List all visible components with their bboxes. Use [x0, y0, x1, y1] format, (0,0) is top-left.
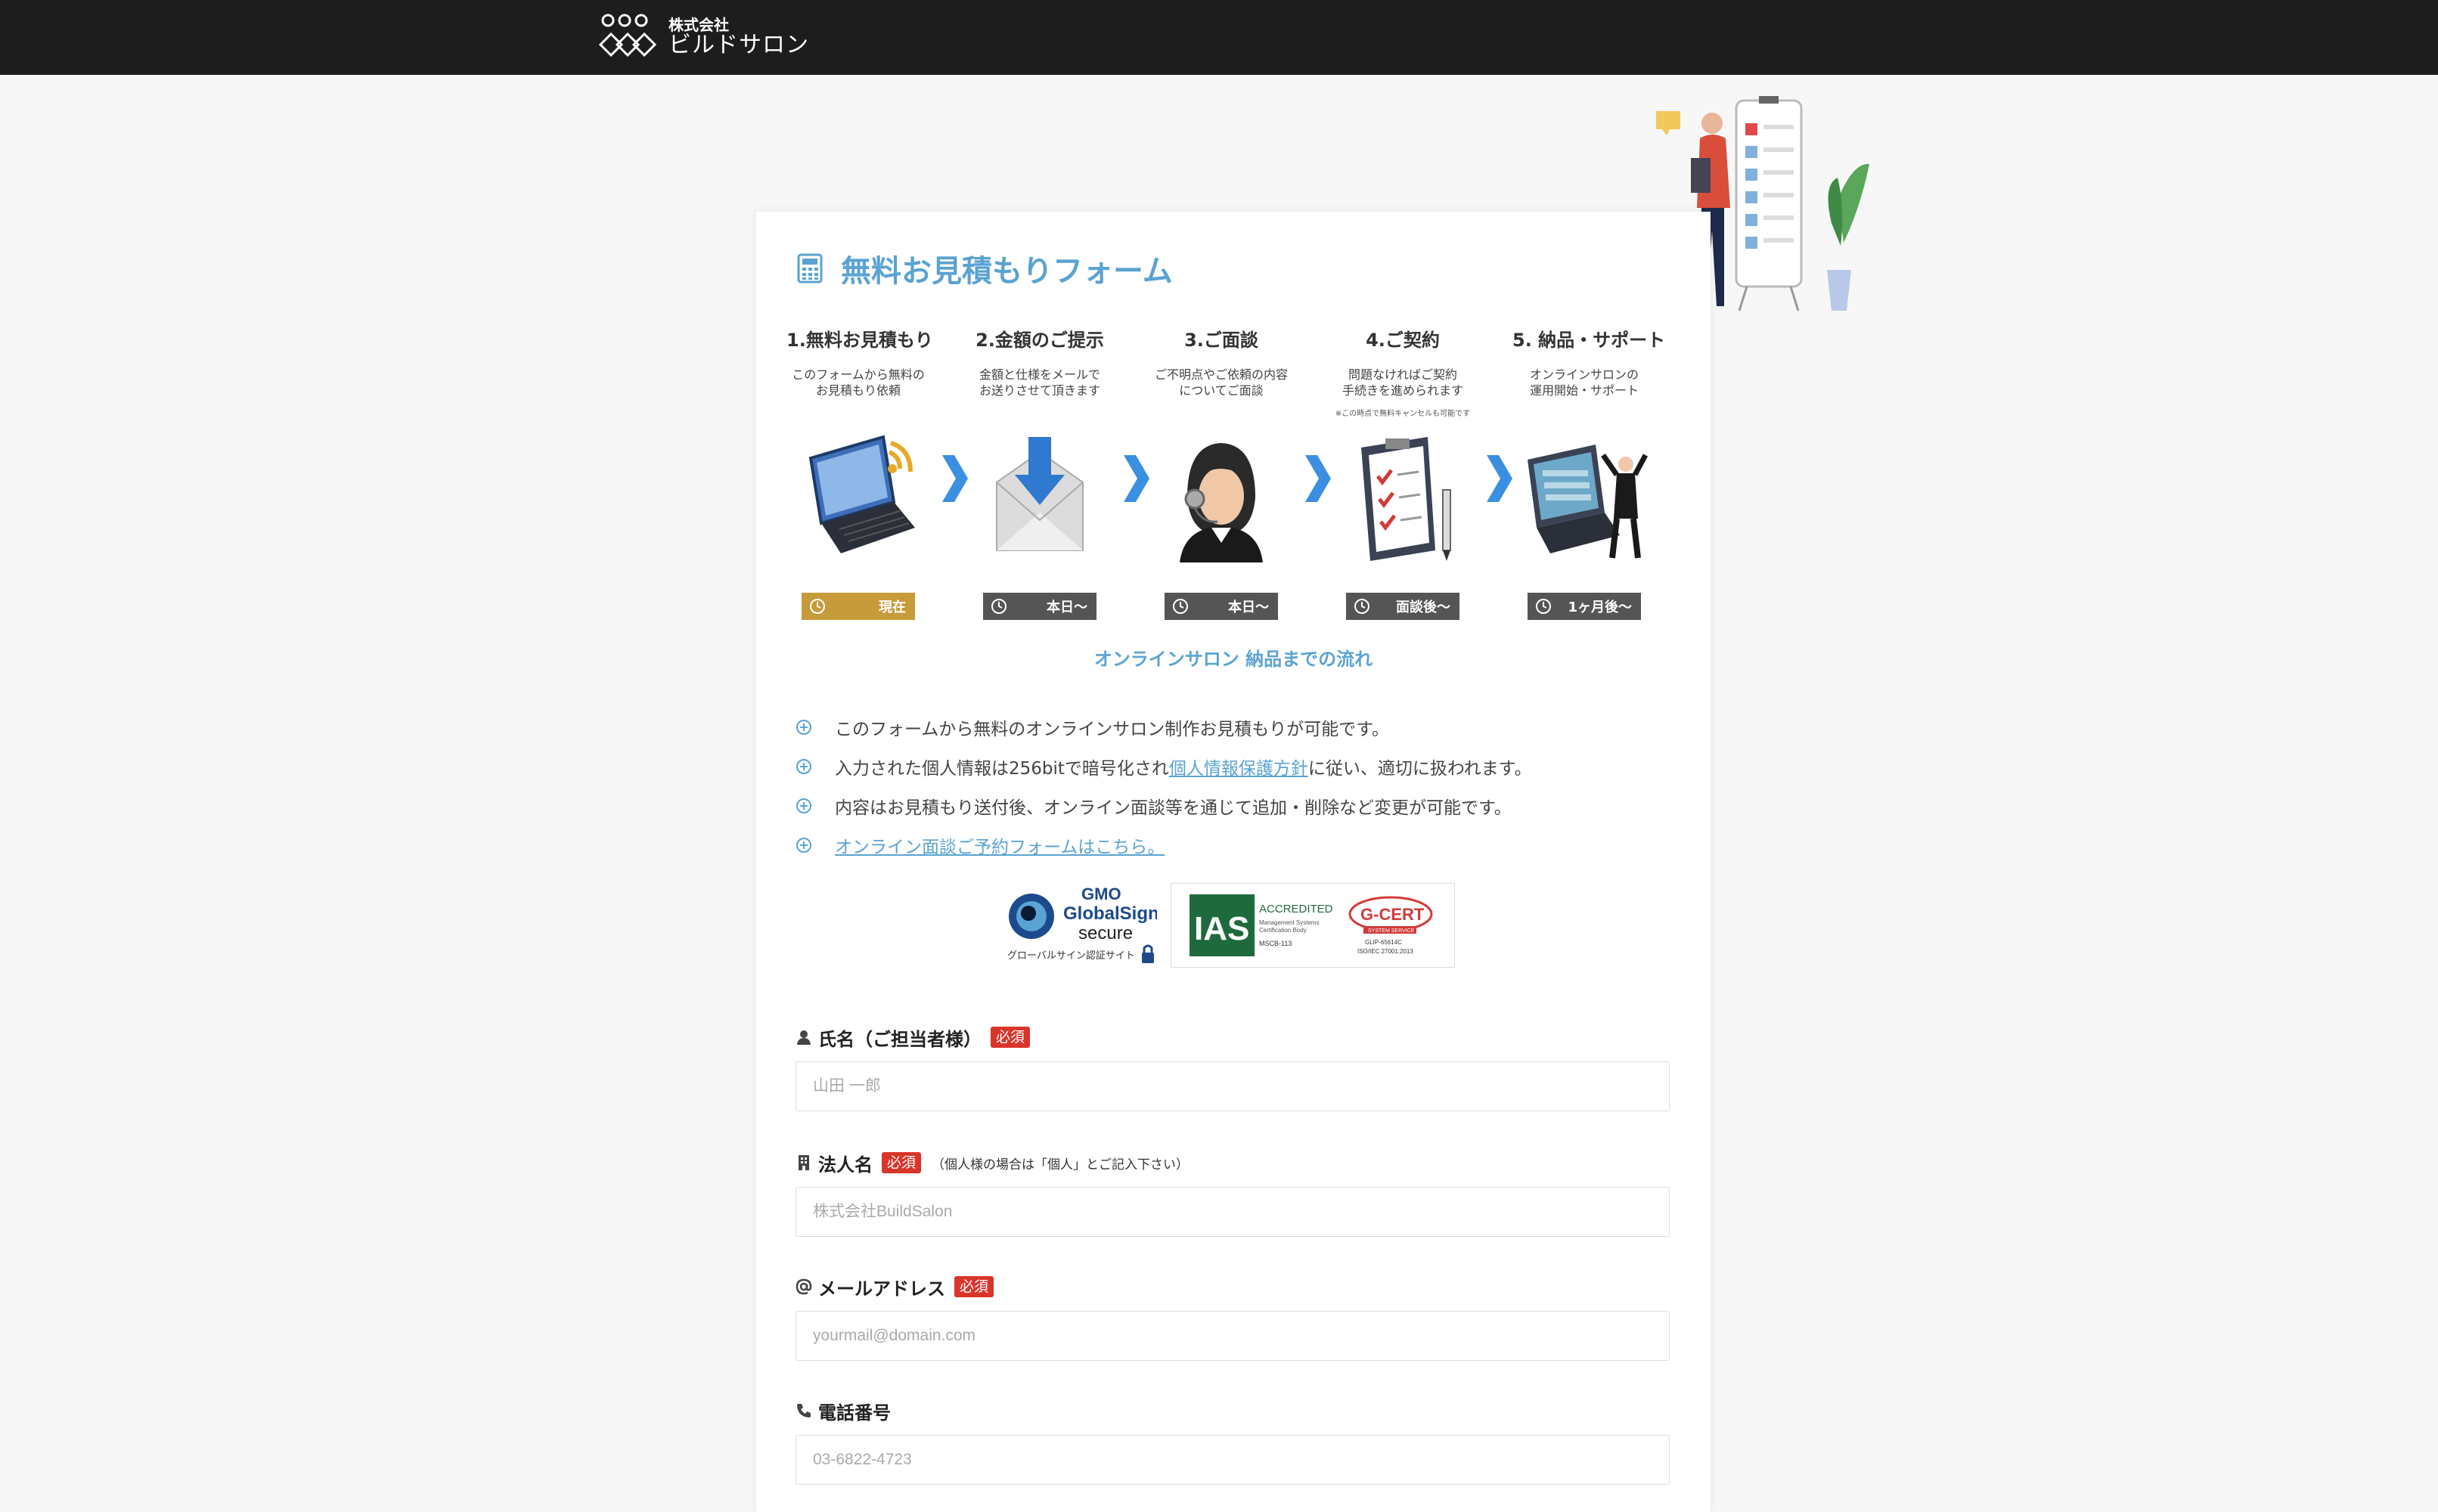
step-estimate: 1.無料お見積もり このフォームから無料の お見積もり依頼 現在: [786, 325, 933, 620]
required-badge: 必須: [954, 1276, 994, 1297]
phone-icon: [797, 1404, 811, 1418]
ias-sub: Management Systems: [1259, 919, 1320, 926]
note-item: このフォームから無料のオンラインサロン制作お見積もりが可能です。: [796, 708, 1688, 747]
chevron-right-icon: [1305, 455, 1331, 502]
field-phone: 電話番号: [796, 1397, 1670, 1485]
note-item: オンライン面談ご予約フォームはこちら。: [796, 826, 1688, 865]
privacy-policy-link[interactable]: 個人情報保護方針: [1169, 754, 1308, 779]
site-header: 株式会社 ビルドサロン: [0, 0, 2438, 75]
clock-icon: [810, 599, 825, 614]
step-timing-badge: 1ヶ月後〜: [1528, 593, 1641, 620]
step-note: ※この時点で無料キャンセルも可能です: [1335, 410, 1471, 418]
email-input[interactable]: [796, 1311, 1670, 1361]
step-contract: 4.ご契約 問題なければご契約 手続きを進められます ※この時点で無料キャンセル…: [1331, 325, 1475, 620]
ias-logo: IAS: [1194, 910, 1249, 947]
clipboard-checklist-icon: [1361, 437, 1451, 561]
building-icon: [799, 1155, 809, 1170]
estimate-form-card: 無料お見積もりフォーム 1.無料お見積もり このフォームから無料の お見積もり依…: [756, 212, 1711, 1512]
step-description: オンラインサロンの 運用開始・サポート: [1529, 367, 1639, 398]
required-badge: 必須: [991, 1027, 1031, 1048]
clock-icon: [1173, 599, 1188, 614]
gcert-iso: ISO/IEC 27001:2013: [1357, 948, 1413, 955]
user-icon: [797, 1030, 811, 1045]
ias-sub: Certification Body: [1259, 927, 1307, 934]
name-input[interactable]: [796, 1061, 1670, 1111]
step-description: 金額と仕様をメールで お送りさせて頂きます: [979, 367, 1100, 398]
company-logo[interactable]: 株式会社 ビルドサロン: [597, 11, 817, 64]
clock-icon: [1354, 599, 1369, 614]
step-delivery-support: 5. 納品・サポート オンラインサロンの 運用開始・サポート 1ヶ月後〜: [1512, 325, 1666, 620]
chevron-right-icon: [1487, 455, 1512, 502]
field-label: 法人名 必須 （個人様の場合は「個人」とご記入下さい）: [796, 1149, 1670, 1176]
step-timing-badge: 現在: [802, 593, 915, 620]
note-text: に従い、適切に扱われます。: [1307, 759, 1532, 779]
ias-accredited: ACCREDITED: [1259, 903, 1333, 916]
step-price-proposal: 2.金額のご提示 金額と仕様をメールで お送りさせて頂きます 本日〜: [968, 325, 1112, 620]
step-timing-badge: 本日〜: [983, 593, 1096, 620]
step-title: 4.ご契約: [1366, 330, 1440, 351]
step-description: このフォームから無料の お見積もり依頼: [792, 367, 925, 398]
required-badge: 必須: [882, 1152, 922, 1173]
step-timing-badge: 面談後〜: [1346, 593, 1459, 620]
online-meeting-booking-link[interactable]: オンライン面談ご予約フォームはこちら。: [835, 832, 1165, 858]
logo-main-text: ビルドサロン: [668, 31, 809, 58]
mail-icon: [996, 437, 1084, 551]
field-note: （個人様の場合は「個人」とご記入下さい）: [932, 1157, 1190, 1173]
laptop-form-icon: [808, 435, 915, 553]
field-label: メールアドレス 必須: [796, 1273, 1670, 1300]
gmo-name: GlobalSign: [1063, 903, 1157, 924]
plus-circle-icon: [796, 759, 811, 774]
clock-icon: [991, 599, 1007, 614]
step-meeting: 3.ご面談 ご不明点やご依頼の内容 についてご面談 本日〜: [1149, 325, 1293, 620]
note-text: 入力された個人情報は256bitで暗号化され: [835, 759, 1169, 779]
note-item: 内容はお見積もり送付後、オンライン面談等を通じて追加・削除など変更が可能です。: [796, 786, 1688, 826]
step-title: 3.ご面談: [1184, 330, 1258, 351]
note-item: 入力された個人情報は256bitで暗号化され 個人情報保護方針 に従い、適切に扱われ…: [796, 747, 1688, 786]
step-timing-badge: 本日〜: [1165, 593, 1278, 620]
gmo-secure: secure: [1078, 923, 1133, 943]
step-title: 2.金額のご提示: [976, 330, 1104, 351]
calculator-icon: [797, 253, 823, 284]
plus-circle-icon: [796, 838, 811, 853]
form-title: 無料お見積もりフォーム: [797, 246, 1173, 290]
plus-circle-icon: [796, 720, 811, 735]
at-icon: [796, 1278, 812, 1295]
plus-circle-icon: [796, 798, 811, 813]
company-input[interactable]: [796, 1187, 1670, 1237]
step-description: ご不明点やご依頼の内容 についてご面談: [1154, 367, 1288, 398]
field-label: 電話番号: [796, 1397, 1670, 1424]
step-title: 1.無料お見積もり: [786, 330, 933, 351]
chevron-right-icon: [942, 455, 968, 502]
note-text: 内容はお見積もり送付後、オンライン面談等を通じて追加・削除など変更が可能です。: [835, 798, 1512, 818]
form-title-text: 無料お見積もりフォーム: [841, 254, 1173, 289]
step-title: 5. 納品・サポート: [1512, 330, 1666, 351]
process-steps: 1.無料お見積もり このフォームから無料の お見積もり依頼 現在 2.金額のご提…: [786, 325, 1686, 620]
phone-input[interactable]: [796, 1435, 1670, 1485]
note-text: このフォームから無料のオンラインサロン制作お見積もりが可能です。: [835, 720, 1390, 739]
field-name: 氏名（ご担当者様） 必須: [796, 1024, 1670, 1111]
operator-headset-icon: [1180, 443, 1263, 562]
logo-small-text: 株式会社: [668, 15, 729, 34]
gcert-logo: G-CERT: [1360, 905, 1425, 924]
laptop-success-icon: [1528, 445, 1649, 559]
gcert-service: SYSTEM SERVICE: [1368, 928, 1415, 934]
field-email: メールアドレス 必須: [796, 1273, 1670, 1361]
gmo-brand: GMO: [1081, 885, 1121, 903]
clock-icon: [1536, 599, 1551, 614]
form-notes: このフォームから無料のオンラインサロン制作お見積もりが可能です。 入力された個人…: [796, 708, 1688, 865]
ias-code: MSCB-113: [1259, 940, 1292, 947]
gcert-code: GLIP-65614C: [1365, 939, 1402, 946]
lock-icon: [1142, 944, 1154, 963]
field-label: 氏名（ご担当者様） 必須: [796, 1024, 1670, 1051]
chevron-right-icon: [1124, 455, 1149, 502]
flow-caption: オンラインサロン 納品までの流れ: [1093, 649, 1373, 670]
certification-badges[interactable]: IAS ACCREDITED Management Systems Certif…: [1171, 883, 1455, 968]
field-company: 法人名 必須 （個人様の場合は「個人」とご記入下さい）: [796, 1149, 1670, 1237]
gmo-caption: グローバルサイン認証サイト: [1007, 950, 1135, 962]
globalsign-seal[interactable]: GMO GlobalSign secure グローバルサイン認証サイト: [1006, 883, 1157, 968]
logo-mark-icon: [598, 14, 657, 57]
security-badges: GMO GlobalSign secure グローバルサイン認証サイト IAS …: [1006, 883, 1459, 974]
